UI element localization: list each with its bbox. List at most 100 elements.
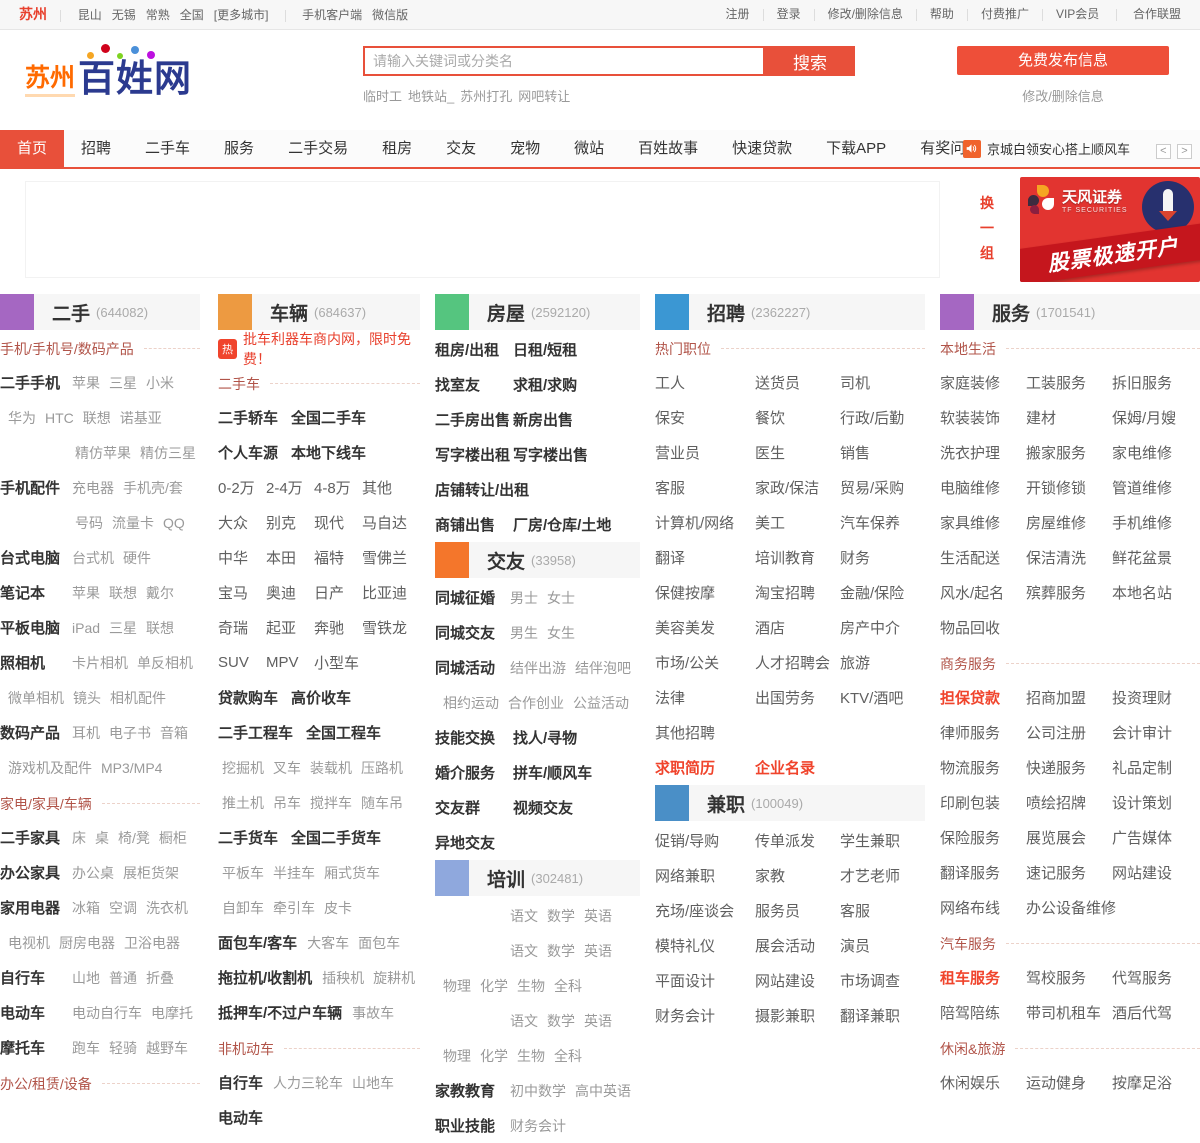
subcategory-label-link[interactable]: 面包车/客车 [218, 932, 297, 953]
section-link[interactable]: 手机/手机号/数码产品 [0, 339, 134, 359]
category-link[interactable]: 其他 [362, 477, 392, 498]
category-link[interactable]: 淘宝招聘 [755, 582, 840, 603]
category-link[interactable]: 语文 [510, 906, 538, 926]
subcategory-label-link[interactable]: 写字楼出售 [513, 444, 588, 465]
category-link[interactable]: 吊车 [273, 793, 301, 813]
category-link[interactable]: 保安 [655, 407, 755, 428]
category-link[interactable]: 相机配件 [110, 688, 166, 708]
category-header-招聘[interactable]: 招聘(2362227) [655, 294, 925, 330]
subcategory-label-link[interactable]: 视频交友 [513, 797, 573, 818]
category-link[interactable]: 鲜花盆景 [1112, 547, 1172, 568]
category-link[interactable]: 工装服务 [1026, 372, 1112, 393]
subcategory-label-link[interactable]: 租房/出租 [435, 339, 513, 360]
section-link[interactable]: 汽车服务 [940, 934, 996, 954]
category-link[interactable]: 4-8万 [314, 477, 362, 498]
subcategory-label-link[interactable]: 办公家具 [0, 862, 72, 883]
subcategory-label-link[interactable]: 家用电器 [0, 897, 72, 918]
topbar-city-link[interactable]: 无锡 [112, 8, 136, 22]
subcategory-label-link[interactable]: 职业技能 [435, 1115, 510, 1136]
subcategory-label-link[interactable]: 照相机 [0, 652, 72, 673]
category-link[interactable]: 起亚 [266, 617, 314, 638]
nav-item-交友[interactable]: 交友 [429, 130, 493, 167]
category-link[interactable]: 财务会计 [655, 1005, 755, 1026]
subcategory-label-link[interactable]: 同城征婚 [435, 587, 510, 608]
topbar-link[interactable]: VIP会员 [1056, 7, 1099, 21]
category-link[interactable]: 数学 [547, 1011, 575, 1031]
subcategory-label-link[interactable]: 拼车/顺风车 [513, 762, 592, 783]
category-link[interactable]: 家电维修 [1112, 442, 1172, 463]
category-link[interactable]: 人力三轮车 [273, 1073, 343, 1093]
category-link[interactable]: 网络兼职 [655, 865, 755, 886]
category-link[interactable]: 其他招聘 [655, 722, 715, 743]
category-link[interactable]: 求职简历 [655, 757, 755, 778]
category-link[interactable]: 保险服务 [940, 827, 1026, 848]
category-link[interactable]: 床 [72, 828, 86, 848]
topbar-link[interactable]: 注册 [726, 7, 750, 21]
category-link[interactable]: HTC [45, 410, 74, 426]
category-link[interactable]: 家政/保洁 [755, 477, 840, 498]
category-link[interactable]: 冰箱 [72, 898, 100, 918]
category-link[interactable]: 山地车 [352, 1073, 394, 1093]
category-link[interactable]: 搬家服务 [1026, 442, 1112, 463]
category-link[interactable]: 戴尔 [146, 583, 174, 603]
category-link[interactable]: 山地 [72, 968, 100, 988]
category-link[interactable]: 管道维修 [1112, 477, 1172, 498]
category-link[interactable]: iPad [72, 620, 100, 636]
category-header-交友[interactable]: 交友(33958) [435, 542, 640, 578]
category-link[interactable]: 贸易/采购 [840, 477, 904, 498]
category-link[interactable]: 电脑维修 [940, 477, 1026, 498]
category-link[interactable]: 别克 [266, 512, 314, 533]
category-link[interactable]: 游戏机及配件 [8, 758, 92, 778]
category-link[interactable]: 展会活动 [755, 935, 840, 956]
category-link[interactable]: 本田 [266, 547, 314, 568]
subcategory-label-link[interactable]: 新房出售 [513, 409, 573, 430]
category-link[interactable]: 宝马 [218, 582, 266, 603]
category-link[interactable]: 医生 [755, 442, 840, 463]
category-link[interactable]: 带司机租车 [1026, 1002, 1112, 1023]
category-link[interactable]: 演员 [840, 935, 870, 956]
section-link[interactable]: 商务服务 [940, 654, 996, 674]
category-link[interactable]: 合作创业 [508, 693, 564, 713]
category-link[interactable]: 人才招聘会 [755, 652, 840, 673]
category-link[interactable]: 女生 [547, 623, 575, 643]
category-link[interactable]: 大客车 [307, 933, 349, 953]
category-link[interactable]: 数学 [547, 906, 575, 926]
category-link[interactable]: 喷绘招牌 [1026, 792, 1112, 813]
category-link[interactable]: 风水/起名 [940, 582, 1026, 603]
category-link[interactable]: 汽车保养 [840, 512, 900, 533]
subcategory-label-link[interactable]: 数码产品 [0, 722, 72, 743]
category-link[interactable]: 服务员 [755, 900, 840, 921]
category-link[interactable]: 椅/凳 [118, 828, 150, 848]
category-link[interactable]: 会计审计 [1112, 722, 1172, 743]
nav-item-首页[interactable]: 首页 [0, 130, 64, 167]
category-link[interactable]: 二手工程车 [218, 722, 293, 743]
hot-keyword-link[interactable]: 地铁站_ [408, 89, 454, 104]
category-link[interactable]: 高价收车 [291, 687, 351, 708]
category-link[interactable]: 插秧机 [322, 968, 364, 988]
section-link[interactable]: 休闲&旅游 [940, 1039, 1005, 1059]
category-link[interactable]: 二手货车 [218, 827, 278, 848]
category-link[interactable]: 翻译 [655, 547, 755, 568]
category-link[interactable]: 酒后代驾 [1112, 1002, 1172, 1023]
category-link[interactable]: 雪佛兰 [362, 547, 407, 568]
category-link[interactable]: 物理 [443, 976, 471, 996]
category-link[interactable]: 贷款购车 [218, 687, 278, 708]
category-link[interactable]: 家教 [755, 865, 840, 886]
category-link[interactable]: 英语 [584, 906, 612, 926]
category-link[interactable]: 橱柜 [159, 828, 187, 848]
hot-promo-link[interactable]: 批车利器车商内网，限时免费！ [243, 329, 420, 369]
category-link[interactable]: 厨房电器 [59, 933, 115, 953]
search-button[interactable]: 搜索 [765, 46, 855, 76]
category-link[interactable]: 压路机 [361, 758, 403, 778]
category-link[interactable]: 手机壳/套 [123, 478, 183, 498]
subcategory-label-link[interactable]: 婚介服务 [435, 762, 513, 783]
category-link[interactable]: 语文 [510, 1011, 538, 1031]
category-link[interactable]: 奔驰 [314, 617, 362, 638]
category-header-房屋[interactable]: 房屋(2592120) [435, 294, 640, 330]
category-link[interactable]: 销售 [840, 442, 870, 463]
category-link[interactable]: 充电器 [72, 478, 114, 498]
category-link[interactable]: 家具维修 [940, 512, 1026, 533]
nav-item-二手交易[interactable]: 二手交易 [271, 130, 365, 167]
category-link[interactable]: 房屋维修 [1026, 512, 1112, 533]
category-link[interactable]: 投资理财 [1112, 687, 1172, 708]
